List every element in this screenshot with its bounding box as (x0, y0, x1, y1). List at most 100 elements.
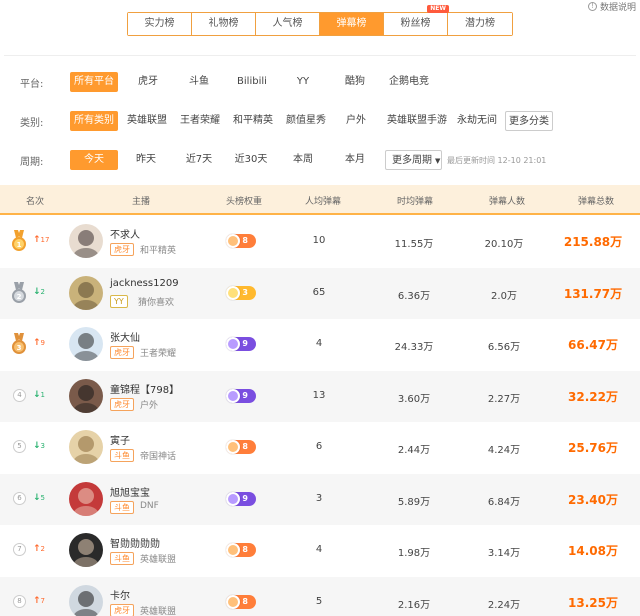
tab-danmaku[interactable]: 弹幕榜 (320, 13, 384, 35)
category-lol[interactable]: 英雄联盟 (123, 111, 171, 131)
danmaku-total: 23.40万 (568, 493, 618, 507)
danmaku-people: 20.10万 (484, 239, 524, 250)
avatar[interactable] (69, 379, 103, 413)
arrow-down-icon: ↓ (33, 441, 41, 451)
category-yanzhi[interactable]: 颜值星秀 (282, 111, 330, 131)
streamer-name[interactable]: jackness1209 (110, 278, 179, 289)
platform-tag: 虎牙 (110, 604, 134, 616)
streamer-name[interactable]: 童锦程【798】 (110, 381, 179, 396)
period-filter: 周期: 今天 昨天 近7天 近30天 本周 本月 更多周期 ▼ 最后更新时间 12… (0, 148, 640, 172)
platform-yy[interactable]: YY (288, 72, 318, 92)
platform-kugou[interactable]: 酷狗 (337, 72, 373, 92)
platform-tag: 虎牙 (110, 346, 134, 359)
game-category: 和平精英 (140, 246, 177, 256)
platform-tag: 斗鱼 (110, 501, 134, 514)
platform-douyu[interactable]: 斗鱼 (181, 72, 217, 92)
more-periods-dropdown[interactable]: 更多周期 ▼ (385, 150, 442, 170)
ranking-tabs: 实力榜 礼物榜 人气榜 弹幕榜 粉丝榜 NEW 潜力榜 (127, 5, 513, 36)
table-row[interactable]: 8 ↑7 卡尔 虎牙 英雄联盟 8 5 2.16万 2.24万 13.25万 (0, 577, 640, 616)
table-row[interactable]: 2 ↓2 jackness1209 YY 猜你喜欢 3 65 6.36万 2.0… (0, 268, 640, 319)
weight-value: 3 (242, 288, 248, 297)
table-row[interactable]: 6 ↓5 旭旭宝宝 斗鱼 DNF 9 3 5.89万 6.84万 23.40万 (0, 474, 640, 525)
category-naraka[interactable]: 永劫无间 (454, 111, 500, 131)
arrow-down-icon: ↓ (33, 390, 41, 400)
platform-label: 平台: (20, 78, 44, 90)
avatar[interactable] (69, 585, 103, 616)
platform-penguin[interactable]: 企鹅电竞 (385, 72, 433, 92)
last-updated: 最后更新时间 12-10 21:01 (447, 155, 547, 165)
header-hourly: 时均弹幕 (397, 197, 434, 207)
weight-value: 8 (242, 597, 248, 606)
weight-icon (226, 492, 240, 506)
rank-change-value: 9 (40, 339, 46, 347)
category-label: 类别: (20, 117, 44, 129)
game-category: 户外 (140, 401, 159, 411)
header-rank: 名次 (26, 197, 45, 207)
danmaku-people: 2.27万 (487, 394, 521, 405)
avg-danmaku: 65 (312, 287, 326, 298)
tab-gift[interactable]: 礼物榜 (192, 13, 256, 35)
category-lol-mobile[interactable]: 英雄联盟手游 (385, 111, 449, 131)
hourly-danmaku: 5.89万 (397, 497, 431, 508)
danmaku-total: 215.88万 (563, 235, 623, 249)
arrow-up-icon: ↑ (33, 544, 41, 554)
rank-number: 4 (13, 389, 26, 402)
tab-popularity[interactable]: 人气榜 (256, 13, 320, 35)
avatar[interactable] (69, 224, 103, 258)
table-row[interactable]: 5 ↓3 寅子 斗鱼 帝国神话 8 6 2.44万 4.24万 25.76万 (0, 422, 640, 473)
table-row[interactable]: 1 ↑17 不求人 虎牙 和平精英 8 10 11.55万 20.10万 215… (0, 216, 640, 267)
table-header: 名次 主播 头榜权重 人均弹幕 时均弹幕 弹幕人数 弹幕总数 (0, 185, 640, 215)
arrow-up-icon: ↑ (33, 338, 41, 348)
category-all[interactable]: 所有类别 (70, 111, 118, 131)
streamer-name[interactable]: 旭旭宝宝 (110, 484, 150, 499)
platform-bilibili[interactable]: Bilibili (232, 72, 272, 92)
avatar[interactable] (69, 430, 103, 464)
platform-huya[interactable]: 虎牙 (130, 72, 166, 92)
table-row[interactable]: 3 ↑9 张大仙 虎牙 王者荣耀 9 4 24.33万 6.56万 66.47万 (0, 319, 640, 370)
weight-icon (226, 389, 240, 403)
platform-all[interactable]: 所有平台 (70, 72, 118, 92)
streamer-name[interactable]: 不求人 (110, 226, 140, 241)
avatar-image (73, 282, 99, 310)
avg-danmaku: 6 (315, 441, 323, 452)
avatar-image (73, 436, 99, 464)
platform-tag: 斗鱼 (110, 449, 134, 462)
streamer-name[interactable]: 张大仙 (110, 329, 140, 344)
data-note-link[interactable]: ! 数据说明 (587, 0, 636, 13)
header-total: 弹幕总数 (578, 197, 615, 207)
avatar[interactable] (69, 327, 103, 361)
streamer-name[interactable]: 智勋勋勋勋 (110, 535, 160, 550)
hourly-danmaku: 6.36万 (397, 291, 431, 302)
medal-icon: 3 (12, 333, 26, 354)
tab-fans[interactable]: 粉丝榜 NEW (384, 5, 449, 35)
weight-icon (226, 286, 240, 300)
avatar[interactable] (69, 533, 103, 567)
more-categories-button[interactable]: 更多分类 (505, 111, 553, 131)
period-7days[interactable]: 近7天 (178, 150, 220, 170)
streamer-name[interactable]: 卡尔 (110, 587, 130, 602)
period-30days[interactable]: 近30天 (230, 150, 272, 170)
category-outdoor[interactable]: 户外 (340, 111, 372, 131)
game-category: 猜你喜欢 (138, 298, 175, 308)
avatar[interactable] (69, 276, 103, 310)
category-filter: 类别: 所有类别 英雄联盟 王者荣耀 和平精英 颜值星秀 户外 英雄联盟手游 永… (0, 109, 640, 133)
danmaku-people: 6.56万 (487, 342, 521, 353)
header-weight: 头榜权重 (226, 197, 263, 207)
streamer-name[interactable]: 寅子 (110, 432, 130, 447)
category-wzry[interactable]: 王者荣耀 (176, 111, 224, 131)
avatar[interactable] (69, 482, 103, 516)
period-today[interactable]: 今天 (70, 150, 118, 170)
category-hpjy[interactable]: 和平精英 (229, 111, 277, 131)
arrow-up-icon: ↑ (33, 596, 41, 606)
weight-icon (226, 440, 240, 454)
period-this-month[interactable]: 本月 (337, 150, 373, 170)
table-row[interactable]: 7 ↑2 智勋勋勋勋 斗鱼 英雄联盟 8 4 1.98万 3.14万 14.08… (0, 525, 640, 576)
more-periods-label: 更多周期 (392, 155, 432, 166)
tab-strength[interactable]: 实力榜 (128, 13, 192, 35)
period-yesterday[interactable]: 昨天 (128, 150, 164, 170)
table-row[interactable]: 4 ↓1 童锦程【798】 虎牙 户外 9 13 3.60万 2.27万 32.… (0, 371, 640, 422)
tab-potential[interactable]: 潜力榜 (448, 13, 512, 35)
weight-icon (226, 595, 240, 609)
period-this-week[interactable]: 本周 (283, 150, 323, 170)
avatar-image (73, 333, 99, 361)
